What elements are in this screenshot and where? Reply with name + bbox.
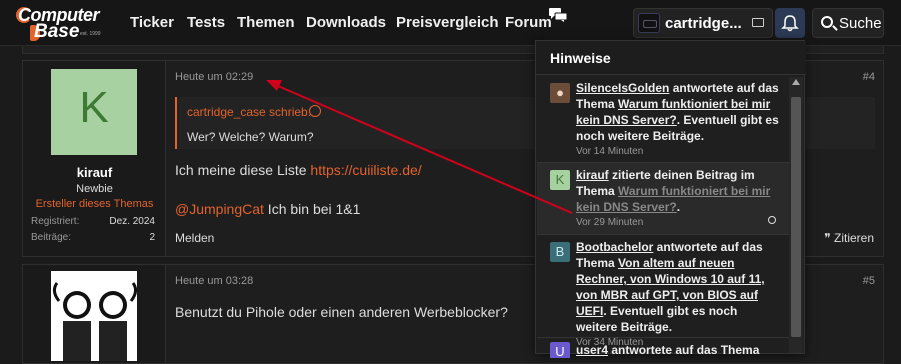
avatar: B [550, 242, 570, 262]
quote-button[interactable]: ❞ Zitieren [824, 231, 874, 245]
notification-text: Bootbachelor antwortete auf das Thema Vo… [576, 239, 782, 351]
nav-forum[interactable]: Forum [505, 14, 552, 31]
notifications-scrollbar[interactable] [789, 77, 803, 353]
nav-preisvergleich[interactable]: Preisvergleich [396, 14, 499, 31]
avatar: K [550, 170, 570, 190]
notification-suffix: . [676, 200, 681, 214]
avatar[interactable] [51, 271, 137, 361]
posts-label: Beiträge: [31, 232, 72, 243]
nav-tests[interactable]: Tests [187, 14, 225, 31]
notification-user[interactable]: SilenceIsGolden [576, 81, 669, 95]
post-link[interactable]: https://cuiiliste.de/ [310, 162, 421, 178]
chat-icon[interactable] [549, 8, 567, 22]
post-time[interactable]: Heute um 03:28 [175, 275, 253, 287]
notification-item[interactable]: U user4 antwortete auf das Thema [537, 338, 789, 358]
post-time[interactable]: Heute um 02:29 [175, 71, 253, 83]
avatar-letter: K [555, 172, 565, 187]
posts-value: 2 [149, 232, 155, 243]
notification-user[interactable]: kirauf [576, 168, 609, 182]
notifications-button[interactable] [775, 8, 805, 38]
notification-time: Vor 29 Minuten [576, 217, 644, 228]
post-author[interactable]: kirauf [23, 165, 166, 180]
user-mention[interactable]: @JumpingCat [175, 201, 264, 217]
thread-starter-badge: Ersteller dieses Themas [35, 198, 154, 210]
notification-time: Vor 14 Minuten [576, 146, 644, 157]
notification-text: user4 antwortete auf das Thema [576, 342, 782, 358]
post-text: Benutzt du Pihole oder einen anderen Wer… [175, 304, 508, 320]
post-user-panel [23, 265, 166, 363]
notification-item[interactable]: B Bootbachelor antwortete auf das Thema … [537, 235, 789, 348]
report-button[interactable]: Melden [175, 231, 214, 245]
avatar-letter: U [555, 344, 565, 358]
search-icon [821, 16, 833, 28]
astronaut-avatar-image [52, 282, 137, 361]
nav-downloads[interactable]: Downloads [306, 14, 386, 31]
mark-read-icon[interactable] [768, 216, 776, 224]
account-username: cartridge... [665, 15, 742, 32]
quote-button-label: Zitieren [833, 231, 874, 245]
notification-action: antwortete auf das Thema [608, 343, 760, 357]
logo-text-base: Base [34, 21, 80, 42]
registered-value: Dez. 2024 [109, 216, 155, 227]
notifications-title: Hinweise [550, 50, 611, 66]
notification-text: kirauf zitierte deinen Beitrag im Thema … [576, 167, 782, 231]
scroll-thumb[interactable] [791, 97, 801, 337]
post-number[interactable]: #4 [863, 71, 875, 83]
notification-text: SilenceIsGolden antwortete auf das Thema… [576, 80, 782, 160]
avatar [638, 13, 660, 33]
registered-label: Registriert: [31, 216, 80, 227]
notification-user[interactable]: Bootbachelor [576, 240, 653, 254]
logo-est: est. 1999 [80, 31, 101, 37]
avatar: ● [550, 83, 570, 103]
avatar[interactable]: K [51, 69, 137, 155]
post-user-panel: K kirauf Newbie Ersteller dieses Themas … [23, 61, 166, 256]
bell-icon [781, 15, 799, 32]
jump-to-quote-icon[interactable] [309, 105, 321, 117]
nav-ticker[interactable]: Ticker [130, 14, 174, 31]
avatar-letter: K [79, 83, 109, 132]
quote-text: Wer? Welche? Warum? [187, 130, 314, 144]
nav-themen[interactable]: Themen [237, 14, 295, 31]
avatar-letter: B [555, 244, 565, 259]
post-number[interactable]: #5 [863, 275, 875, 287]
account-menu[interactable]: cartridge... [633, 8, 773, 38]
post-text: Ich bin bei 1&1 [263, 201, 361, 217]
notification-item[interactable]: K kirauf zitierte deinen Beitrag im Them… [537, 163, 789, 235]
notification-user[interactable]: user4 [576, 343, 608, 357]
mail-icon[interactable] [752, 18, 764, 27]
avatar: U [550, 342, 570, 358]
search-label: Suche [839, 15, 882, 32]
scroll-up-arrow[interactable] [792, 79, 800, 85]
post-text: Ich meine diese Liste [175, 162, 311, 178]
quote-author[interactable]: cartridge_case schrieb: [187, 105, 311, 119]
post-text-line: Ich meine diese Liste https://cuiiliste.… [175, 162, 422, 178]
search-button[interactable]: Suche [812, 8, 884, 38]
post-text-line: @JumpingCat Ich bin bei 1&1 [175, 201, 360, 217]
notifications-dropdown: Hinweise ● SilenceIsGolden antwortete au… [535, 40, 806, 358]
computerbase-logo[interactable]: Computer Base est. 1999 [16, 5, 112, 43]
notifications-header: Hinweise [536, 41, 806, 75]
user-role: Newbie [76, 183, 113, 195]
notification-item[interactable]: ● SilenceIsGolden antwortete auf das The… [537, 76, 789, 163]
